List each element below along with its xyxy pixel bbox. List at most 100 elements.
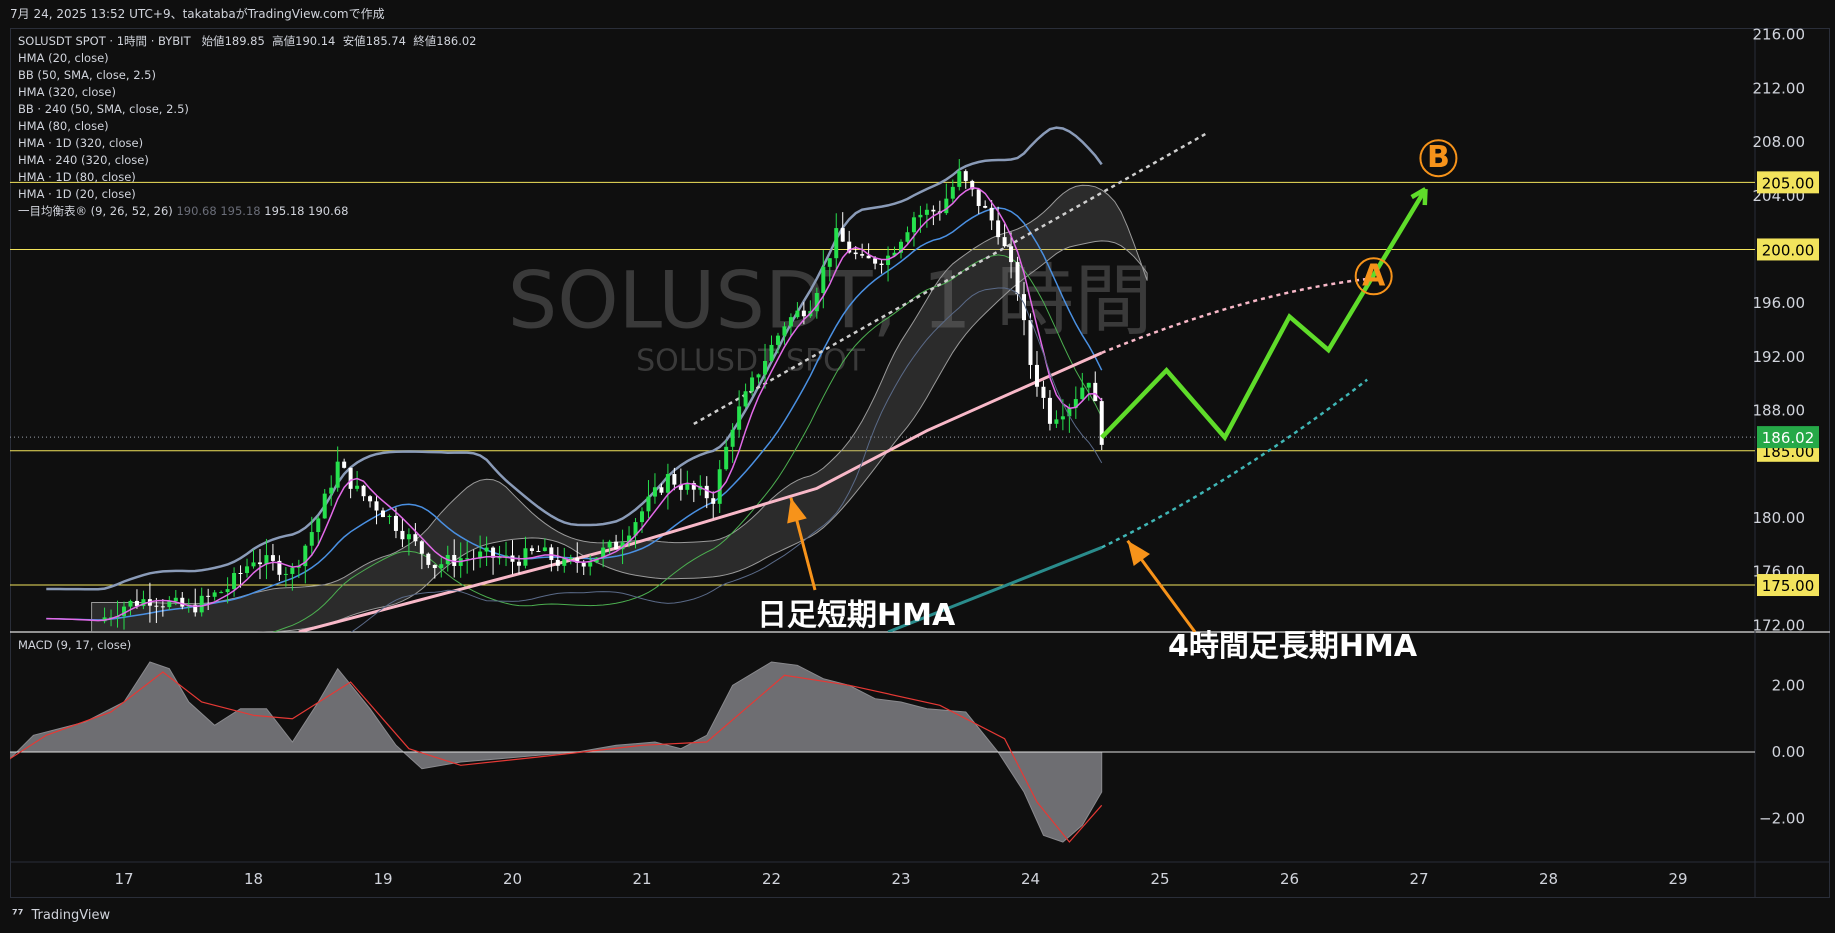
candle-body[interactable] — [665, 474, 670, 493]
candle-body[interactable] — [821, 266, 826, 294]
candle-body[interactable] — [775, 335, 780, 345]
candle-body[interactable] — [206, 595, 211, 597]
candle-body[interactable] — [348, 467, 353, 489]
candle-body[interactable] — [1015, 262, 1020, 295]
candle-body[interactable] — [264, 555, 269, 565]
legend-indicator[interactable]: HMA · 240 (320, close) — [18, 152, 477, 169]
candle-body[interactable] — [529, 548, 534, 551]
candle-body[interactable] — [225, 589, 230, 593]
candle-body[interactable] — [439, 564, 444, 569]
candle-body[interactable] — [879, 263, 884, 265]
candle-body[interactable] — [238, 572, 243, 574]
candle-body[interactable] — [180, 597, 185, 607]
candle-body[interactable] — [232, 572, 237, 590]
candle-body[interactable] — [432, 564, 437, 569]
candle-body[interactable] — [167, 601, 172, 608]
candle-body[interactable] — [704, 485, 709, 499]
candle-body[interactable] — [173, 597, 178, 602]
candle-body[interactable] — [640, 511, 644, 523]
candle-body[interactable] — [290, 567, 295, 574]
candle-body[interactable] — [160, 606, 165, 608]
candle-body[interactable] — [322, 493, 327, 519]
candle-body[interactable] — [568, 557, 573, 559]
candle-body[interactable] — [652, 487, 657, 497]
candle-body[interactable] — [484, 547, 489, 552]
candle-body[interactable] — [368, 496, 373, 502]
candle-body[interactable] — [1086, 382, 1091, 388]
candle-body[interactable] — [782, 326, 787, 336]
legend-indicator[interactable]: HMA (20, close) — [18, 50, 477, 67]
candle-body[interactable] — [860, 254, 865, 256]
legend-indicator[interactable]: HMA · 1D (80, close) — [18, 169, 477, 186]
tradingview-logo-icon[interactable]: ⁷⁷ — [12, 908, 23, 923]
candle-body[interactable] — [1060, 416, 1065, 420]
candle-body[interactable] — [886, 255, 891, 265]
candle-body[interactable] — [516, 561, 521, 566]
candle-body[interactable] — [737, 406, 742, 430]
candle-body[interactable] — [944, 198, 949, 214]
legend-indicator[interactable]: HMA (320, close) — [18, 84, 477, 101]
candle-body[interactable] — [387, 515, 392, 518]
candle-body[interactable] — [614, 541, 619, 550]
candle-body[interactable] — [743, 391, 748, 407]
candle-body[interactable] — [750, 377, 755, 392]
candle-body[interactable] — [801, 310, 806, 317]
candle-body[interactable] — [536, 550, 541, 552]
candle-body[interactable] — [1093, 382, 1098, 402]
candle-body[interactable] — [840, 228, 845, 242]
candle-body[interactable] — [270, 555, 275, 561]
candle-body[interactable] — [873, 258, 878, 264]
candle-body[interactable] — [672, 474, 677, 485]
candle-body[interactable] — [257, 562, 262, 565]
candle-body[interactable] — [251, 562, 256, 567]
candle-body[interactable] — [329, 487, 334, 494]
candle-body[interactable] — [406, 534, 411, 540]
candle-body[interactable] — [717, 469, 722, 504]
candle-body[interactable] — [335, 461, 340, 488]
candle-body[interactable] — [393, 515, 398, 531]
candle-body[interactable] — [963, 171, 968, 181]
candle-body[interactable] — [918, 214, 923, 218]
candle-body[interactable] — [763, 360, 768, 375]
candle-body[interactable] — [853, 252, 858, 255]
candle-body[interactable] — [212, 592, 217, 597]
candle-body[interactable] — [549, 547, 554, 560]
candle-body[interactable] — [342, 461, 347, 468]
legend-indicator[interactable]: HMA · 1D (320, close) — [18, 135, 477, 152]
candle-body[interactable] — [1047, 397, 1052, 424]
candle-body[interactable] — [989, 207, 994, 221]
candle-body[interactable] — [756, 374, 761, 378]
macd-legend[interactable]: MACD (9, 17, close) — [18, 638, 131, 652]
candle-body[interactable] — [931, 209, 936, 212]
legend-indicator[interactable]: HMA (80, close) — [18, 118, 477, 135]
candle-body[interactable] — [154, 605, 159, 607]
legend-indicator[interactable]: BB (50, SMA, close, 2.5) — [18, 67, 477, 84]
candle-body[interactable] — [769, 344, 774, 361]
candle-body[interactable] — [1009, 246, 1014, 263]
candle-body[interactable] — [730, 429, 735, 447]
candle-body[interactable] — [316, 518, 321, 533]
candle-body[interactable] — [400, 530, 405, 540]
candle-body[interactable] — [788, 317, 793, 327]
candle-body[interactable] — [419, 541, 424, 554]
candle-body[interactable] — [219, 592, 224, 594]
candle-body[interactable] — [355, 485, 360, 489]
candle-body[interactable] — [374, 501, 379, 511]
candle-body[interactable] — [607, 541, 612, 548]
candle-body[interactable] — [1002, 237, 1007, 247]
candle-body[interactable] — [911, 217, 916, 233]
candle-body[interactable] — [924, 209, 929, 215]
candle-body[interactable] — [827, 258, 832, 267]
legend-ichimoku[interactable]: 一目均衡表® (9, 26, 52, 26) 190.68 195.18 195… — [18, 203, 477, 220]
candle-body[interactable] — [588, 562, 593, 567]
candle-body[interactable] — [1028, 320, 1033, 365]
candle-body[interactable] — [426, 553, 431, 565]
candle-body[interactable] — [983, 205, 988, 208]
candle-body[interactable] — [413, 534, 418, 542]
footer-brand[interactable]: TradingView — [32, 908, 111, 923]
candle-body[interactable] — [1054, 419, 1059, 424]
candle-body[interactable] — [581, 562, 586, 567]
candle-body[interactable] — [283, 573, 288, 575]
candle-body[interactable] — [555, 559, 560, 566]
candle-body[interactable] — [245, 566, 250, 574]
